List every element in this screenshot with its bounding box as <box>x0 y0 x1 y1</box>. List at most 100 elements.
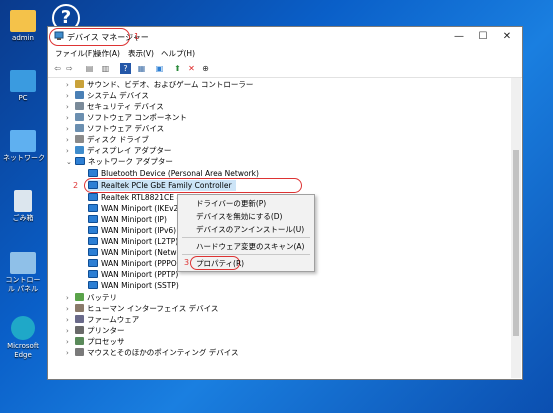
desktop-icon-network[interactable]: ネットワーク <box>3 130 45 163</box>
toolbar: ⇦ ⇨ ▤ ▥ ? ▦ ▣ ⬆ ✕ ⊕ <box>48 61 522 78</box>
tree-item[interactable]: WAN Miniport (IKEv2) <box>88 203 181 214</box>
hid-icon <box>75 304 84 312</box>
network-adapter-icon <box>75 157 85 165</box>
tree-item-selected[interactable]: 2 Realtek PCIe GbE Family Controller <box>48 178 508 193</box>
tree-item[interactable]: WAN Miniport (Networ <box>88 247 184 258</box>
vertical-scrollbar[interactable] <box>511 78 521 378</box>
desktop-icon-admin[interactable]: admin <box>3 10 43 43</box>
tree-item[interactable]: WAN Miniport (IP) <box>88 214 167 225</box>
tree-item[interactable]: › ソフトウェア デバイス <box>66 123 164 134</box>
device-manager-icon <box>54 31 64 40</box>
tree-item-label: Bluetooth Device (Personal Area Network) <box>101 169 259 178</box>
tree-item[interactable]: › マウスとそのほかのポインティング デバイス <box>66 347 238 358</box>
tree-item[interactable]: WAN Miniport (PPPOE) <box>88 258 184 269</box>
menu-item-scan-hardware[interactable]: ハードウェア変更のスキャン(A) <box>196 241 304 252</box>
menu-item-update-driver[interactable]: ドライバーの更新(P) <box>196 198 266 209</box>
display-adapter-icon <box>75 146 84 154</box>
network-adapter-icon <box>88 226 98 234</box>
computer-icon <box>10 70 36 92</box>
monitor-icon[interactable]: ▣ <box>154 63 165 74</box>
tree-item[interactable]: WAN Miniport (IPv6) <box>88 225 176 236</box>
control-panel-icon <box>10 252 36 274</box>
tree-item-label: ヒューマン インターフェイス デバイス <box>87 304 219 313</box>
menu-item-properties[interactable]: プロパティ(R) <box>196 258 244 269</box>
menu-view[interactable]: 表示(V) <box>128 48 154 59</box>
tree-item[interactable]: › バッテリ <box>66 292 117 303</box>
tree-item[interactable]: › プリンター <box>66 325 125 336</box>
tree-item[interactable]: › セキュリティ デバイス <box>66 101 164 112</box>
scan-hardware-icon[interactable]: ⊕ <box>200 63 211 74</box>
user-folder-icon <box>10 10 36 32</box>
step-marker-1: 1 <box>134 32 140 41</box>
desktop-icon-label: admin <box>12 34 34 42</box>
menu-separator <box>182 237 310 238</box>
tree-item[interactable]: › ディスプレイ アダプター <box>66 145 171 156</box>
network-adapter-icon <box>88 169 98 177</box>
printer-icon <box>75 326 84 334</box>
tree-item[interactable]: WAN Miniport (PPTP) <box>88 269 178 280</box>
menu-separator <box>182 254 310 255</box>
tree-item-label: WAN Miniport (IP) <box>101 215 167 224</box>
forward-icon[interactable]: ⇨ <box>64 63 75 74</box>
network-adapter-icon <box>88 281 98 289</box>
network-adapter-icon <box>88 237 98 245</box>
tree-item[interactable]: ⌄ ネットワーク アダプター <box>66 156 173 167</box>
uninstall-icon[interactable]: ✕ <box>186 63 197 74</box>
tree-item[interactable]: › ソフトウェア コンポーネント <box>66 112 187 123</box>
desktop-icon-edge[interactable]: Microsoft Edge <box>3 316 43 360</box>
minimize-button[interactable]: — <box>446 29 472 45</box>
menu-file[interactable]: ファイル(F) <box>55 48 95 59</box>
network-adapter-icon <box>88 259 98 267</box>
battery-icon <box>75 293 84 301</box>
tree-item[interactable]: › システム デバイス <box>66 90 149 101</box>
tree-item-label: WAN Miniport (SSTP) <box>101 281 179 290</box>
desktop-icon-label: PC <box>18 94 28 102</box>
menu-item-disable-device[interactable]: デバイスを無効にする(D) <box>196 211 282 222</box>
tree-item[interactable]: › プロセッサ <box>66 336 125 347</box>
device-list-icon[interactable]: ▦ <box>136 63 147 74</box>
tree-item-label: プロセッサ <box>87 337 125 346</box>
menu-bar: ファイル(F) 操作(A) 表示(V) ヘルプ(H) <box>48 47 522 61</box>
tree-item[interactable]: WAN Miniport (SSTP) <box>88 280 179 291</box>
desktop-icon-control-panel[interactable]: コントロール パネル <box>3 252 43 294</box>
software-component-icon <box>75 113 84 121</box>
network-adapter-icon <box>88 215 98 223</box>
tree-item[interactable]: › サウンド、ビデオ、およびゲーム コントローラー <box>66 79 253 90</box>
title-bar[interactable]: デバイス マネージャー 1 — ☐ ✕ <box>48 27 522 47</box>
security-device-icon <box>75 102 84 110</box>
tree-item[interactable]: › ファームウェア <box>66 314 139 325</box>
desktop-icon-label: Microsoft Edge <box>7 342 39 359</box>
network-adapter-icon <box>88 248 98 256</box>
tree-item-label: システム デバイス <box>87 91 149 100</box>
close-button[interactable]: ✕ <box>494 29 520 45</box>
update-driver-icon[interactable]: ⬆ <box>172 63 183 74</box>
desktop-icon-pc[interactable]: PC <box>3 70 43 103</box>
menu-help[interactable]: ヘルプ(H) <box>161 48 195 59</box>
tree-item[interactable]: WAN Miniport (L2TP) <box>88 236 178 247</box>
desktop-icon-recycle-bin[interactable]: ごみ箱 <box>3 190 43 223</box>
tree-item[interactable]: › ディスク ドライブ <box>66 134 149 145</box>
sound-device-icon <box>75 80 84 88</box>
tree-item-label: WAN Miniport (IKEv2) <box>101 204 182 213</box>
network-adapter-icon <box>88 270 98 278</box>
back-icon[interactable]: ⇦ <box>52 63 63 74</box>
network-adapter-icon <box>88 181 98 189</box>
menu-item-uninstall-device[interactable]: デバイスのアンインストール(U) <box>196 224 304 235</box>
recycle-bin-icon <box>14 190 32 212</box>
menu-action[interactable]: 操作(A) <box>94 48 120 59</box>
tree-item-label: WAN Miniport (PPTP) <box>101 270 179 279</box>
firmware-icon <box>75 315 84 323</box>
tree-item-label: マウスとそのほかのポインティング デバイス <box>87 348 239 357</box>
network-adapter-icon <box>88 204 98 212</box>
tree-item[interactable]: › ヒューマン インターフェイス デバイス <box>66 303 218 314</box>
tree-item-label: WAN Miniport (Networ <box>101 248 185 257</box>
chevron-right-icon[interactable]: › <box>66 348 75 359</box>
help-icon[interactable]: ? <box>120 63 131 74</box>
step-marker-3: 3 <box>184 258 190 267</box>
maximize-button[interactable]: ☐ <box>470 29 496 45</box>
chevron-down-icon[interactable]: ⌄ <box>66 157 75 168</box>
properties-pane-icon[interactable]: ▤ <box>84 63 95 74</box>
disk-drive-icon <box>75 135 84 143</box>
scrollbar-thumb[interactable] <box>513 150 519 336</box>
view-icon[interactable]: ▥ <box>100 63 111 74</box>
